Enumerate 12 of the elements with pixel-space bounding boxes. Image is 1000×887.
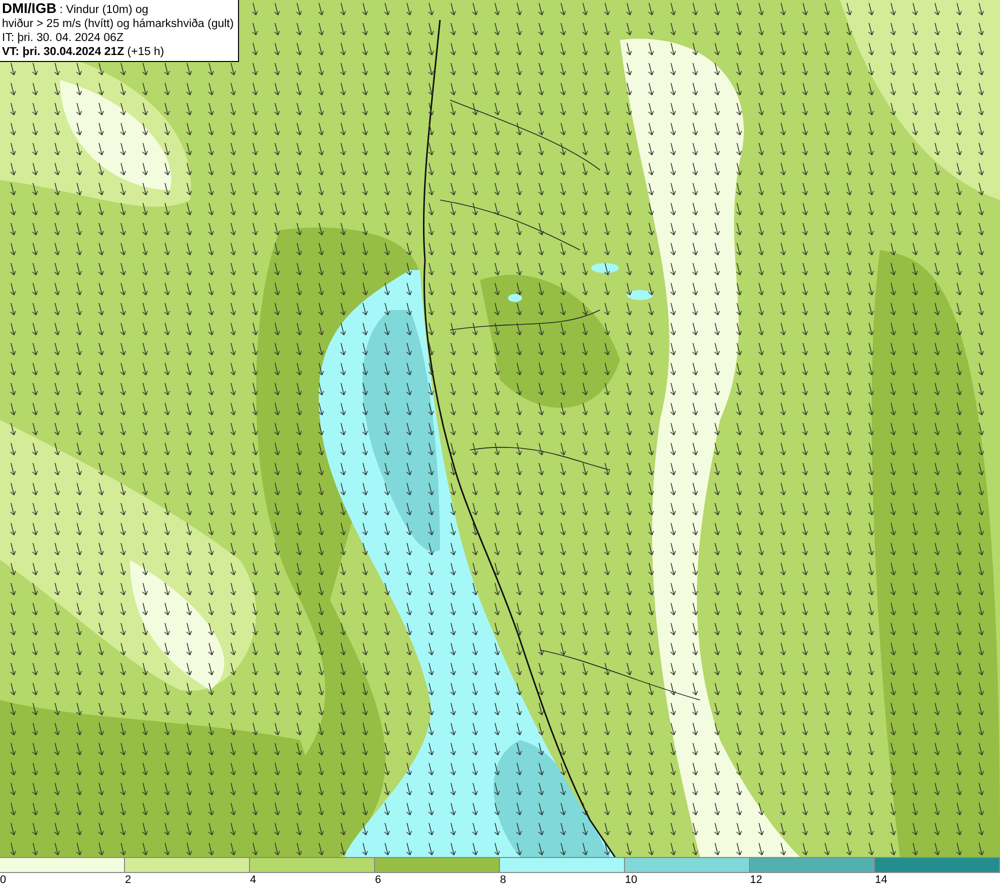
- info-text: VT: þri. 30.04.2024 21Z (+15 h): [2, 45, 166, 59]
- scale-label: 4: [250, 873, 258, 887]
- info-text: IT: þri. 30. 04. 2024 06Z: [2, 31, 124, 45]
- info-text: DMI/IGB : Vindur (10m) og: [2, 1, 150, 17]
- scale-label: 12: [750, 873, 764, 887]
- scale-label: 0: [0, 873, 8, 887]
- scale-label: 2: [125, 873, 132, 887]
- scale-label: 10: [625, 873, 638, 887]
- scale-label: 6: [375, 873, 382, 887]
- scale-label: 8: [500, 873, 508, 887]
- info-text: hviður > 25 m/s (hvítt) og hámarkshviða (gult): [2, 17, 234, 31]
- scale-label: 14: [875, 873, 888, 887]
